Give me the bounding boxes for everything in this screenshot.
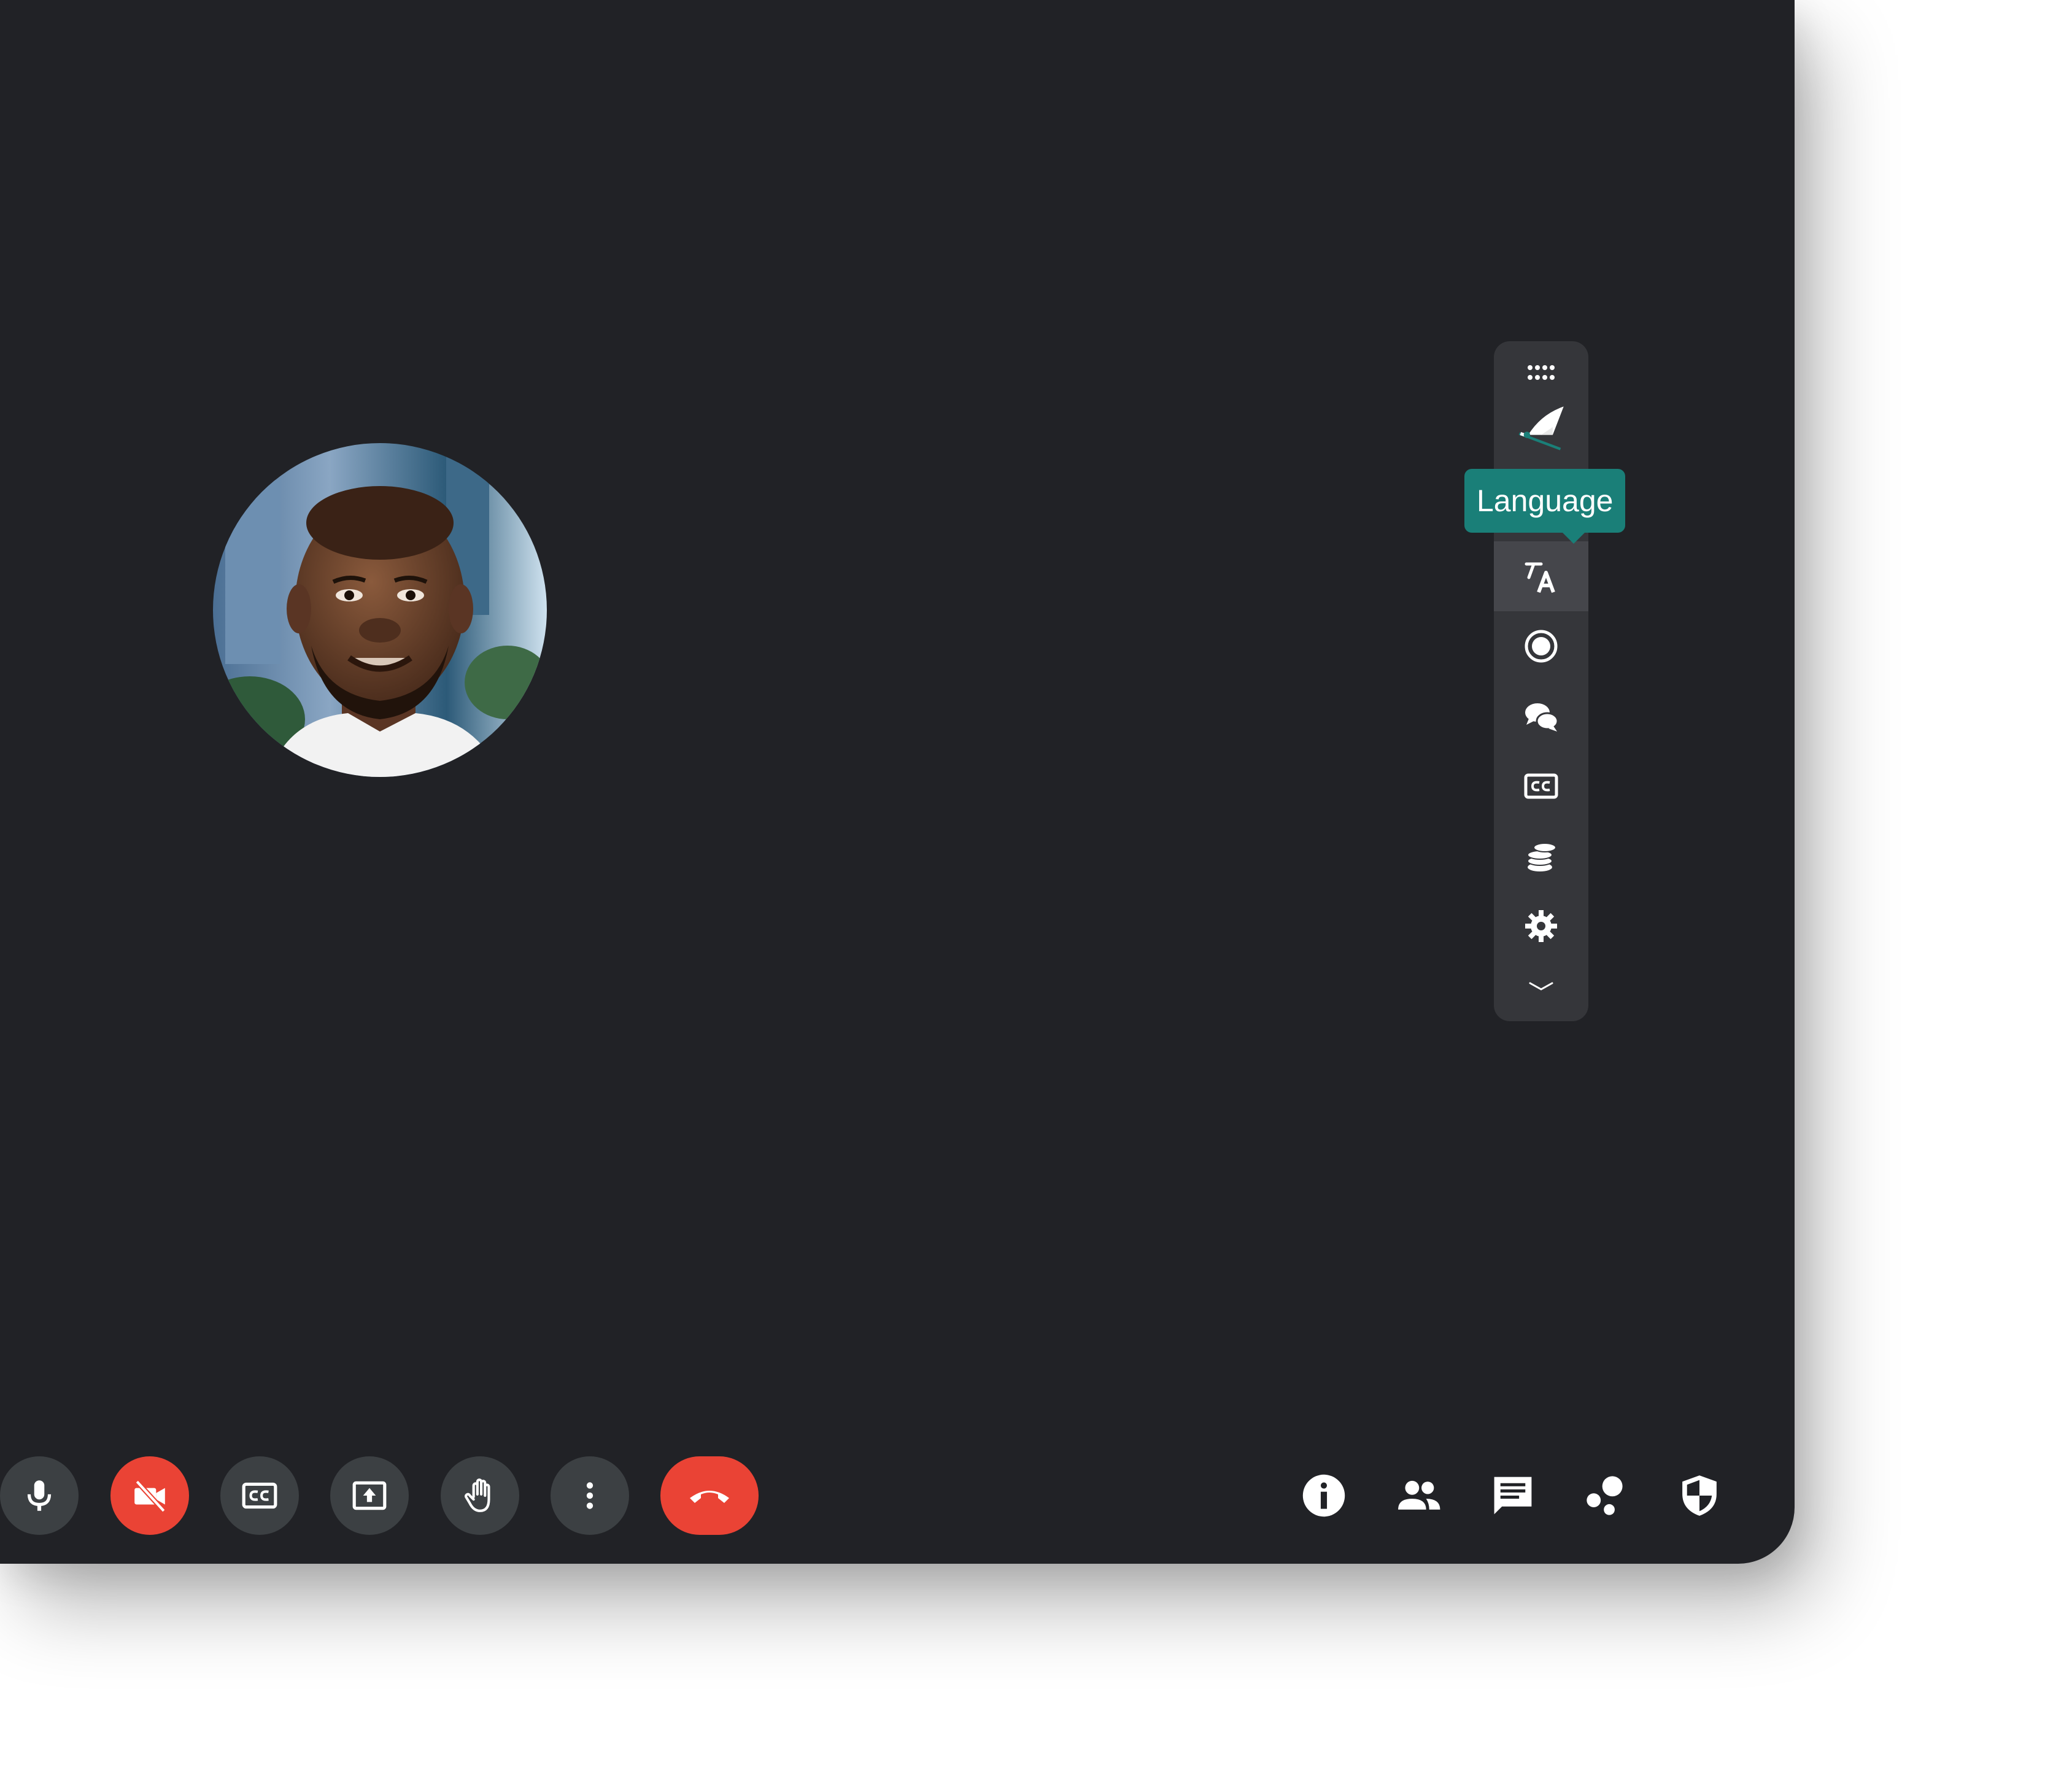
- closed-captions-icon: [1524, 773, 1558, 799]
- floating-toolbar: [1494, 341, 1588, 1021]
- meeting-info-button[interactable]: [1296, 1468, 1351, 1523]
- app-logo-button[interactable]: [1494, 393, 1588, 462]
- raise-hand-button[interactable]: [441, 1456, 519, 1535]
- meeting-window: Language: [0, 0, 1795, 1564]
- captions-button[interactable]: [220, 1456, 299, 1535]
- language-button[interactable]: [1494, 541, 1588, 611]
- microphone-button[interactable]: [0, 1456, 79, 1535]
- participant-avatar[interactable]: [213, 443, 547, 777]
- people-button[interactable]: [1391, 1468, 1446, 1523]
- chat-icon: [1494, 1477, 1532, 1515]
- collapse-toolbar-button[interactable]: [1494, 955, 1588, 1016]
- logo-icon: [1518, 406, 1564, 450]
- people-icon: [1398, 1480, 1440, 1510]
- drag-handle-icon: [1528, 365, 1555, 380]
- activities-icon: [1587, 1476, 1623, 1515]
- language-tooltip: Language: [1464, 469, 1626, 544]
- activities-button[interactable]: [1579, 1468, 1634, 1523]
- settings-button[interactable]: [1494, 891, 1588, 961]
- raise-hand-icon: [465, 1478, 490, 1512]
- chat-bubbles-icon: [1525, 703, 1559, 732]
- microphone-icon: [27, 1480, 52, 1511]
- more-vert-icon: [586, 1482, 593, 1509]
- record-button[interactable]: [1494, 611, 1588, 681]
- more-options-button[interactable]: [551, 1456, 629, 1535]
- camera-off-icon: [134, 1480, 166, 1513]
- participant-photo: [213, 443, 547, 777]
- camera-toggle-button[interactable]: [110, 1456, 189, 1535]
- coins-icon: [1527, 843, 1556, 871]
- chevron-down-icon: [1529, 982, 1553, 991]
- info-icon: [1302, 1474, 1345, 1517]
- present-screen-button[interactable]: [330, 1456, 409, 1535]
- chat-button[interactable]: [1485, 1468, 1540, 1523]
- record-icon: [1525, 630, 1558, 663]
- captions-icon: [242, 1482, 277, 1509]
- host-controls-icon: [1682, 1475, 1717, 1516]
- captions-toggle-button[interactable]: [1494, 751, 1588, 821]
- chat-bubbles-button[interactable]: [1494, 681, 1588, 751]
- end-call-button[interactable]: [660, 1456, 759, 1535]
- host-controls-button[interactable]: [1672, 1468, 1727, 1523]
- end-call-icon: [690, 1491, 729, 1503]
- settings-icon: [1525, 910, 1557, 942]
- coins-button[interactable]: [1494, 821, 1588, 891]
- translate-icon: [1525, 562, 1555, 593]
- present-icon: [352, 1481, 387, 1510]
